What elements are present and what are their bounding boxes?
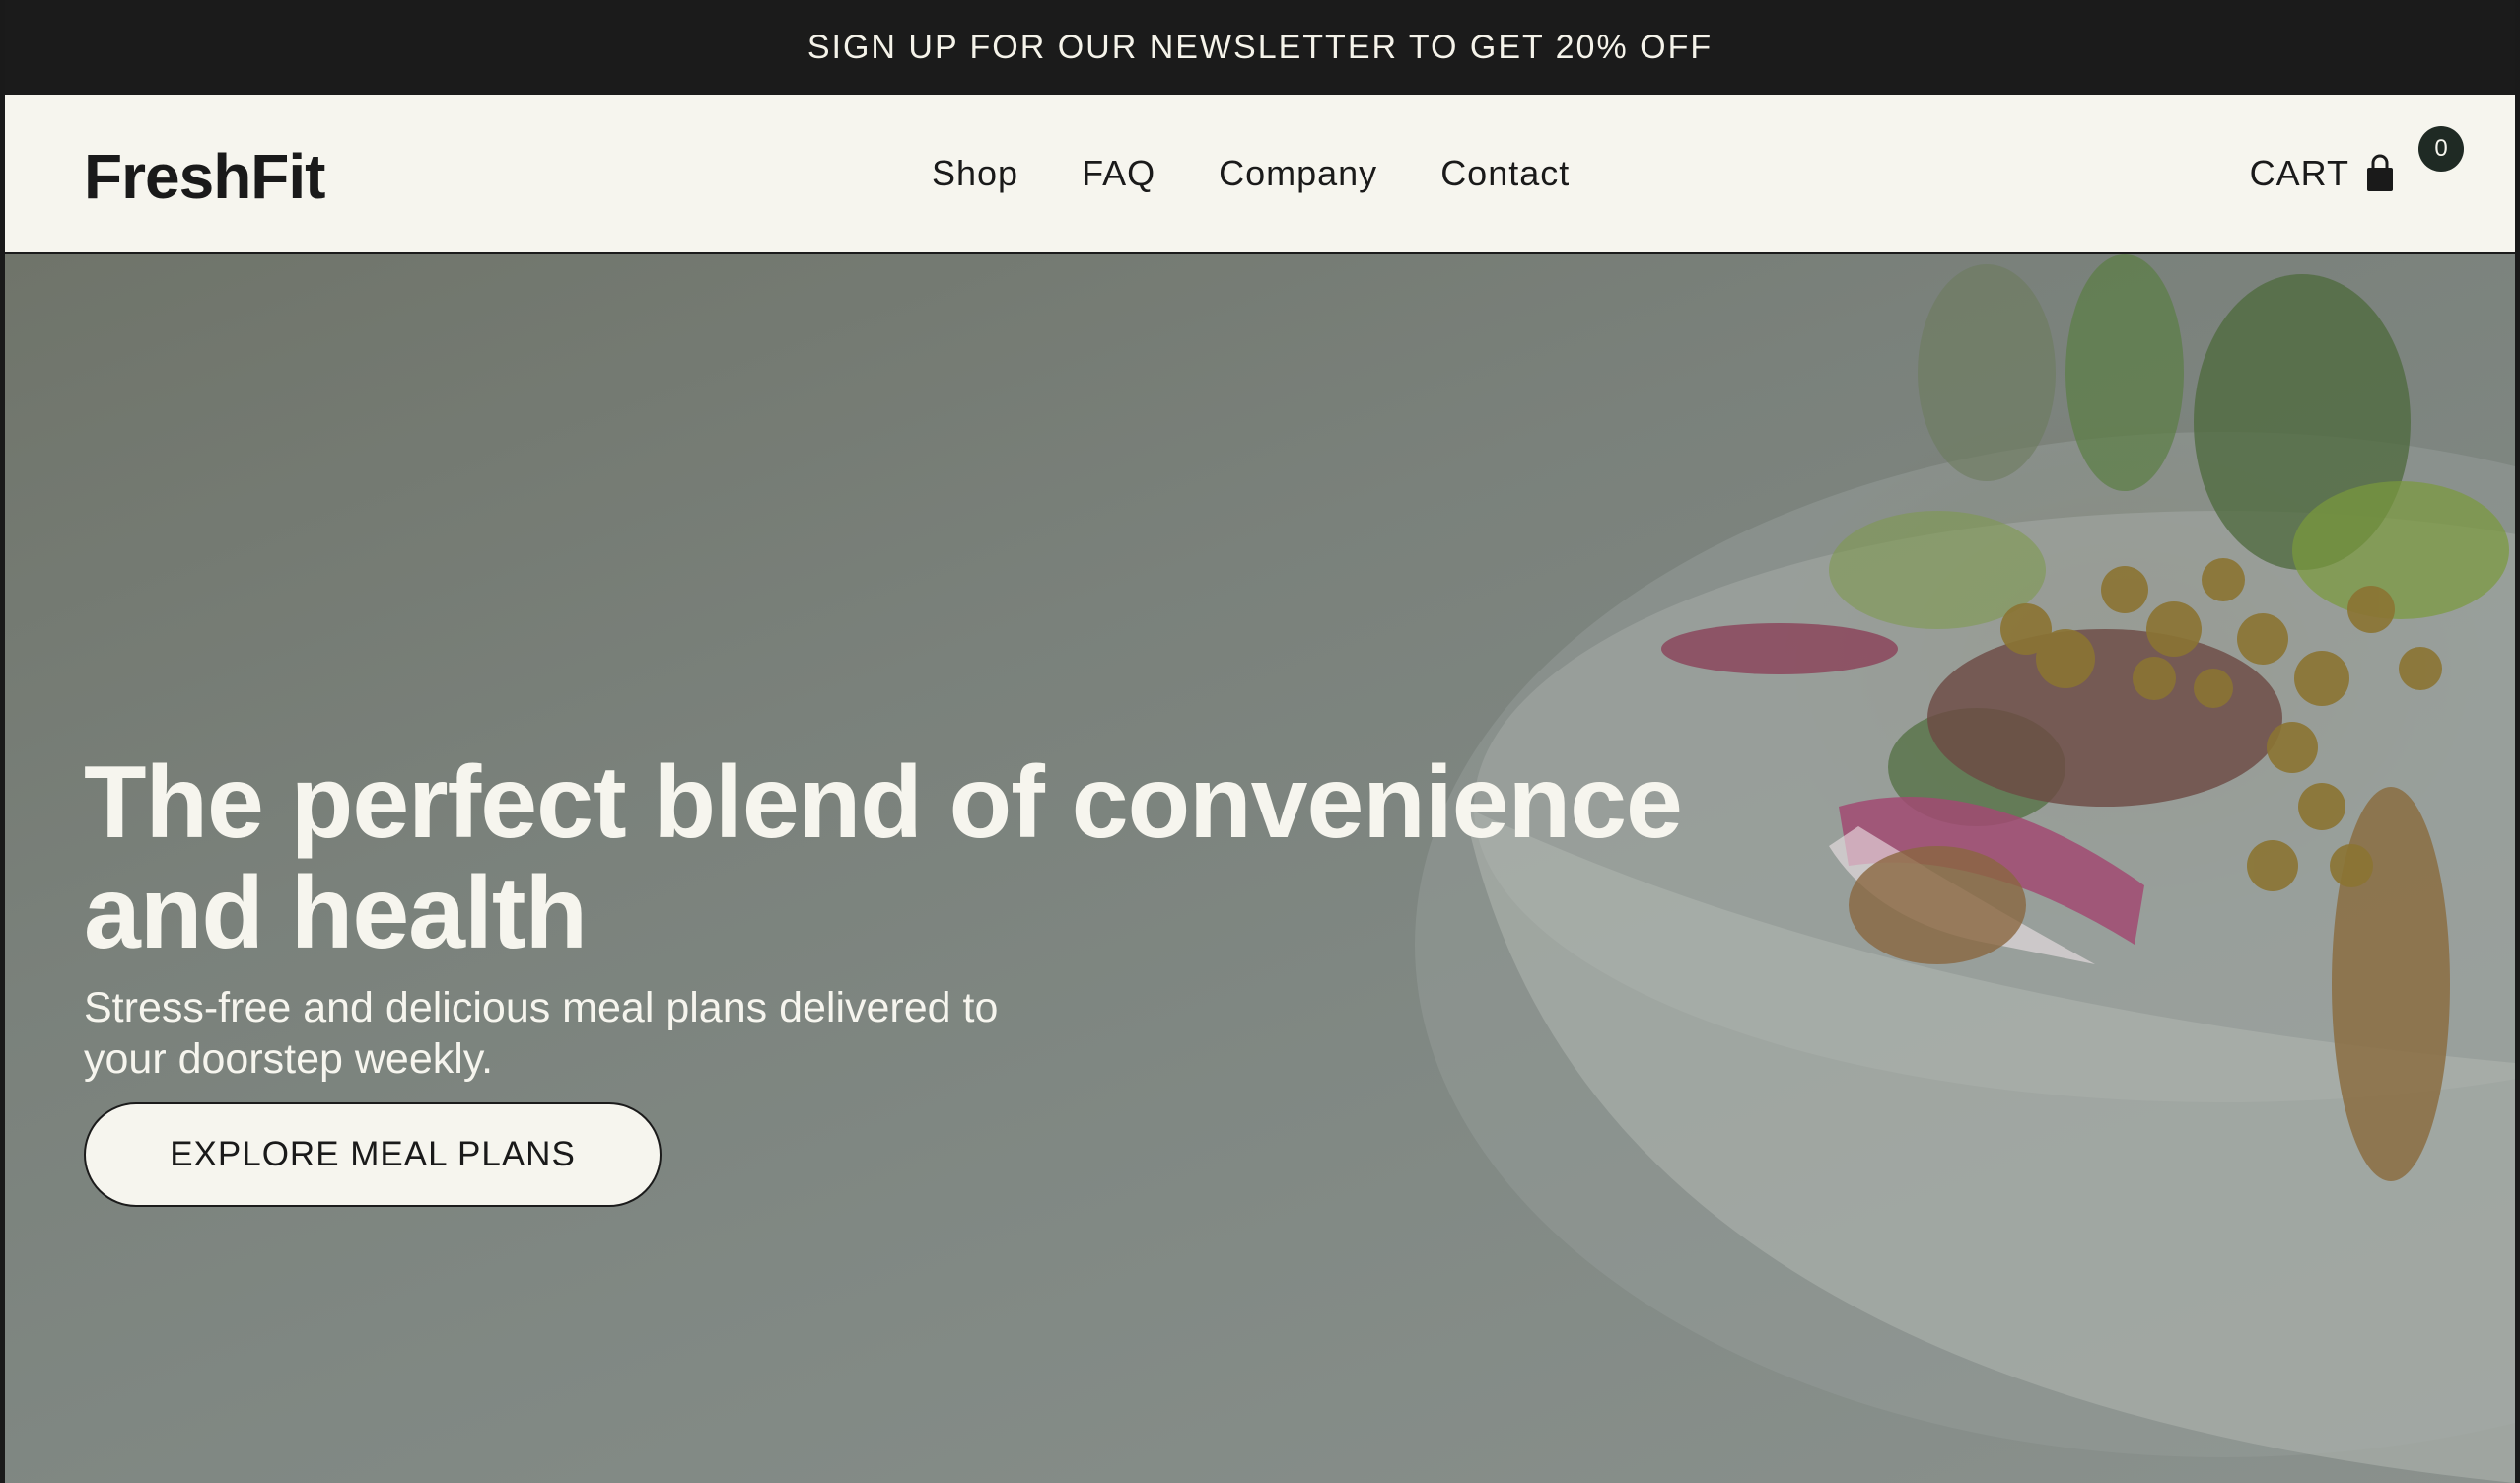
cart-label: CART [2249,153,2349,193]
nav-item-company[interactable]: Company [1219,153,1377,194]
hero-section: The perfect blend of convenience and hea… [5,254,2515,1483]
explore-meal-plans-button[interactable]: EXPLORE MEAL PLANS [84,1102,662,1207]
announcement-text[interactable]: SIGN UP FOR OUR NEWSLETTER TO GET 20% OF… [807,29,1713,67]
page: SIGN UP FOR OUR NEWSLETTER TO GET 20% OF… [5,0,2515,1483]
nav-item-faq[interactable]: FAQ [1082,153,1155,194]
main-nav: Shop FAQ Company Contact [932,95,1570,252]
cart-count-badge: 0 [2418,126,2464,172]
shopping-bag-icon [2363,154,2397,193]
nav-item-contact[interactable]: Contact [1440,153,1570,194]
hero-title: The perfect blend of convenience and hea… [84,745,1683,970]
hero-subtitle: Stress-free and delicious meal plans del… [84,984,999,1083]
logo[interactable]: FreshFit [84,140,325,213]
site-header: FreshFit Shop FAQ Company Contact CART [5,95,2515,254]
hero-content: The perfect blend of convenience and hea… [84,747,1858,1207]
announcement-bar[interactable]: SIGN UP FOR OUR NEWSLETTER TO GET 20% OF… [5,0,2515,95]
cart-button[interactable]: CART [2250,95,2397,252]
nav-item-shop[interactable]: Shop [932,153,1018,194]
